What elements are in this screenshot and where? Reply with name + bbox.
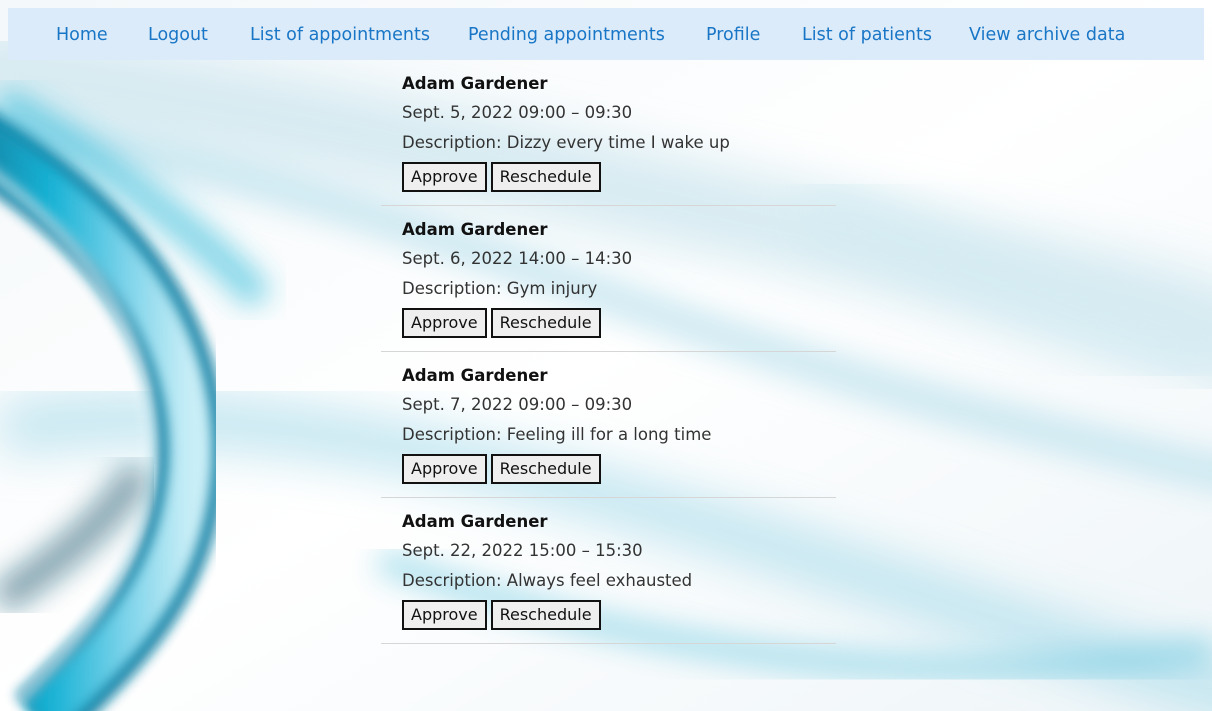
approve-button[interactable]: Approve <box>402 308 487 338</box>
appointment-datetime: Sept. 22, 2022 15:00 – 15:30 <box>402 541 643 560</box>
appointment-actions: Approve Reschedule <box>402 600 601 630</box>
patient-name: Adam Gardener <box>402 74 548 93</box>
approve-button[interactable]: Approve <box>402 454 487 484</box>
reschedule-button[interactable]: Reschedule <box>490 600 601 630</box>
appointment-item: Adam Gardener Sept. 22, 2022 15:00 – 15:… <box>381 498 836 644</box>
reschedule-button[interactable]: Reschedule <box>490 454 601 484</box>
top-navbar: Home Logout List of appointments Pending… <box>8 8 1204 60</box>
appointment-description: Description: Dizzy every time I wake up <box>402 133 730 152</box>
reschedule-button[interactable]: Reschedule <box>490 308 601 338</box>
appointment-item: Adam Gardener Sept. 5, 2022 09:00 – 09:3… <box>381 60 836 206</box>
appointment-datetime: Sept. 6, 2022 14:00 – 14:30 <box>402 249 633 268</box>
appointment-item: Adam Gardener Sept. 6, 2022 14:00 – 14:3… <box>381 206 836 352</box>
appointment-actions: Approve Reschedule <box>402 454 601 484</box>
nav-logout-link[interactable]: Logout <box>148 8 208 60</box>
reschedule-button[interactable]: Reschedule <box>490 162 601 192</box>
patient-name: Adam Gardener <box>402 512 548 531</box>
appointment-actions: Approve Reschedule <box>402 308 601 338</box>
appointment-actions: Approve Reschedule <box>402 162 601 192</box>
approve-button[interactable]: Approve <box>402 600 487 630</box>
patient-name: Adam Gardener <box>402 220 548 239</box>
appointment-description: Description: Feeling ill for a long time <box>402 425 712 444</box>
nav-list-of-patients-link[interactable]: List of patients <box>802 8 932 60</box>
nav-list-of-appointments-link[interactable]: List of appointments <box>250 8 430 60</box>
nav-profile-link[interactable]: Profile <box>706 8 760 60</box>
appointment-description: Description: Always feel exhausted <box>402 571 693 590</box>
appointment-datetime: Sept. 7, 2022 09:00 – 09:30 <box>402 395 633 414</box>
pending-appointments-list: Adam Gardener Sept. 5, 2022 09:00 – 09:3… <box>381 60 836 644</box>
nav-home-link[interactable]: Home <box>56 8 108 60</box>
nav-view-archive-data-link[interactable]: View archive data <box>969 8 1125 60</box>
nav-pending-appointments-link[interactable]: Pending appointments <box>468 8 665 60</box>
patient-name: Adam Gardener <box>402 366 548 385</box>
approve-button[interactable]: Approve <box>402 162 487 192</box>
appointment-description: Description: Gym injury <box>402 279 598 298</box>
appointment-item: Adam Gardener Sept. 7, 2022 09:00 – 09:3… <box>381 352 836 498</box>
appointment-datetime: Sept. 5, 2022 09:00 – 09:30 <box>402 103 633 122</box>
